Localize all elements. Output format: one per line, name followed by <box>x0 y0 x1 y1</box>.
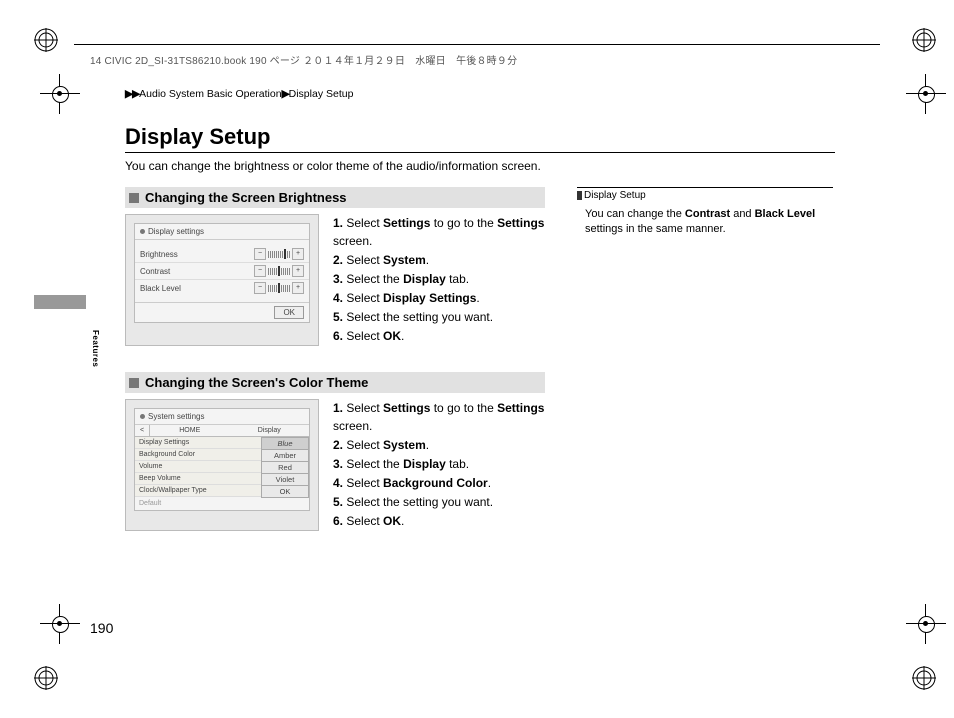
step-item: 2. Select System. <box>333 251 545 269</box>
registration-mark-icon <box>34 28 58 52</box>
screenshot-display-settings: Display settings Brightness−+Contrast−+B… <box>125 214 319 346</box>
right-column: Display Setup You can change the Contras… <box>577 187 833 557</box>
header-rule <box>74 44 880 45</box>
sidebar-text-line2: settings in the same manner. <box>585 223 726 235</box>
shot2-tab-home: HOME <box>150 425 230 436</box>
steps-brightness: 1. Select Settings to go to the Settings… <box>333 214 545 346</box>
screenshot-system-settings: System settings < HOME Display Display S… <box>125 399 319 531</box>
crop-mark-icon <box>40 604 80 644</box>
step-item: 5. Select the setting you want. <box>333 493 545 511</box>
breadcrumb-sep: ▶ <box>282 88 289 100</box>
step-item: 4. Select Background Color. <box>333 474 545 492</box>
left-column: Changing the Screen Brightness Display s… <box>125 187 545 557</box>
step-item: 1. Select Settings to go to the Settings… <box>333 399 545 435</box>
section-brightness-content: Display settings Brightness−+Contrast−+B… <box>125 214 545 346</box>
shot2-list-item: Background Color <box>135 449 261 461</box>
breadcrumb-item-2: Display Setup <box>289 88 354 100</box>
page-number: 190 <box>90 620 113 636</box>
sidebar-text-b2: Black Level <box>755 208 816 220</box>
step-item: 2. Select System. <box>333 436 545 454</box>
shot1-row: Contrast−+ <box>135 262 309 279</box>
registration-mark-icon <box>912 28 936 52</box>
registration-mark-icon <box>912 666 936 690</box>
shot1-row: Brightness−+ <box>135 246 309 262</box>
breadcrumb-arrows: ▶▶ <box>125 88 139 100</box>
chapter-tab <box>34 295 86 309</box>
shot1-ok: OK <box>274 306 304 319</box>
crop-mark-icon <box>40 74 80 114</box>
crop-mark-icon <box>906 74 946 114</box>
section-heading-brightness-text: Changing the Screen Brightness <box>145 190 347 205</box>
sidebar-text-b1: Contrast <box>685 208 730 220</box>
shot1-title: Display settings <box>148 227 204 236</box>
square-bullet-icon <box>129 193 139 203</box>
sidebar-note: Display Setup You can change the Contras… <box>577 187 833 238</box>
shot2-tab-display: Display <box>230 425 310 436</box>
section-heading-color-text: Changing the Screen's Color Theme <box>145 375 368 390</box>
step-item: 4. Select Display Settings. <box>333 289 545 307</box>
section-heading-brightness: Changing the Screen Brightness <box>125 187 545 208</box>
step-item: 6. Select OK. <box>333 327 545 345</box>
square-bullet-icon <box>129 378 139 388</box>
step-item: 3. Select the Display tab. <box>333 270 545 288</box>
sidebar-text-mid: and <box>730 208 754 220</box>
sidebar-text-pre: You can change the <box>585 208 685 220</box>
shot2-list-item: Display Settings <box>135 437 261 449</box>
section-color-content: System settings < HOME Display Display S… <box>125 399 545 531</box>
shot2-list-item: Volume <box>135 461 261 473</box>
shot2-list-item: Clock/Wallpaper Type <box>135 485 261 497</box>
sidebar-title-text: Display Setup <box>584 190 646 201</box>
page-body: ▶▶Audio System Basic Operation▶Display S… <box>125 88 835 557</box>
step-item: 3. Select the Display tab. <box>333 455 545 473</box>
shot2-list-item: Beep Volume <box>135 473 261 485</box>
crop-mark-icon <box>906 604 946 644</box>
shot1-row: Black Level−+ <box>135 279 309 296</box>
shot2-back: < <box>135 425 150 436</box>
breadcrumb: ▶▶Audio System Basic Operation▶Display S… <box>125 88 835 100</box>
doc-header-line: 14 CIVIC 2D_SI-31TS86210.book 190 ページ ２０… <box>90 52 517 67</box>
shot2-title: System settings <box>148 412 204 421</box>
page-title: Display Setup <box>125 124 835 153</box>
step-item: 6. Select OK. <box>333 512 545 530</box>
registration-mark-icon <box>34 666 58 690</box>
chapter-label: Features <box>91 330 100 367</box>
section-heading-color: Changing the Screen's Color Theme <box>125 372 545 393</box>
intro-text: You can change the brightness or color t… <box>125 159 835 173</box>
step-item: 5. Select the setting you want. <box>333 308 545 326</box>
step-item: 1. Select Settings to go to the Settings… <box>333 214 545 250</box>
shot2-option: OK <box>261 485 309 498</box>
shot2-footer: Default <box>135 497 309 510</box>
sidebar-marker-icon <box>577 191 582 200</box>
breadcrumb-item-1: Audio System Basic Operation <box>139 88 281 100</box>
steps-color: 1. Select Settings to go to the Settings… <box>333 399 545 531</box>
